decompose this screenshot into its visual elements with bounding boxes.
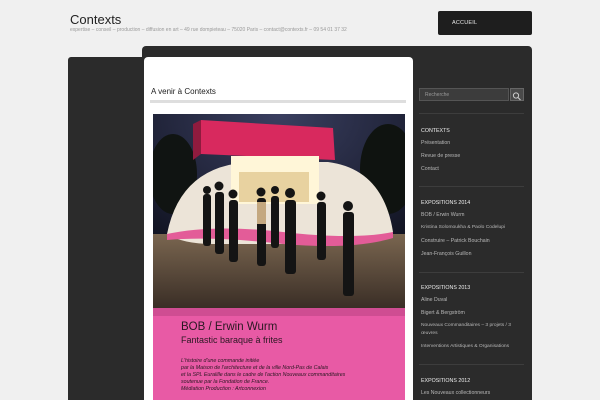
sidebar-link[interactable]: BOB / Erwin Wurm [421,212,464,218]
poster-line: et la SPL Euralille dans le cadre de l'a… [181,372,346,378]
sidebar-separator [419,113,524,114]
search-input[interactable]: Recherche [419,88,509,101]
sidebar-link[interactable]: Nouveaux Commanditaires – 3 projets / 3 … [421,322,525,338]
search-button[interactable] [510,88,524,101]
sidebar-heading-expo-2013: EXPOSITIONS 2013 [421,285,471,291]
poster-panel: BOB / Erwin Wurm Fantastic baraque à fri… [153,308,405,400]
sidebar-link[interactable]: Kristina Solomoukha & Paolo Codelupi [421,225,505,230]
poster-line: soutenue par la Fondation de France. [181,379,270,385]
poster-line: L'histoire d'une commande initiée [181,358,260,364]
sidebar-heading-contexts: CONTEXTS [421,128,450,134]
nav-item-hidden[interactable] [491,11,507,35]
site-title[interactable]: Contexts [70,12,121,27]
poster-band [153,308,405,316]
poster-line: Médiation Production : Artconnexion [181,386,266,392]
main-nav: ACCUEIL [438,11,532,35]
sidebar-link[interactable]: Aline Duval [421,297,447,303]
post-photo [153,114,405,308]
left-dark-column [68,57,146,400]
sidebar-link[interactable]: Interventions Artistiques & Organisation… [421,344,509,349]
sidebar-heading-expo-2012: EXPOSITIONS 2012 [421,378,471,384]
poster-line: par la Maison de l'architecture et de la… [181,365,329,371]
nav-home-link[interactable]: ACCUEIL [438,11,491,35]
search-icon [512,92,521,101]
poster-headline: BOB / Erwin Wurm [181,321,278,333]
sidebar-link[interactable]: Présentation [421,140,450,146]
sidebar-separator [419,272,524,273]
sidebar-link[interactable]: Bigert & Bergström [421,310,465,316]
sidebar-separator [419,364,524,365]
site-tagline: expertise – conseil – production – diffu… [70,27,347,33]
sidebar-link[interactable]: Jean-François Guillon [421,251,471,257]
main-content: A venir à Contexts BOB / Erwin Wurm Fant… [144,57,413,400]
sidebar-link[interactable]: Revue de presse [421,153,460,159]
post-title[interactable]: A venir à Contexts [151,87,216,96]
sidebar-link[interactable]: Contact [421,166,439,172]
sidebar-link[interactable]: Construire – Patrick Bouchain [421,238,490,244]
sidebar-separator [419,186,524,187]
sidebar-link[interactable]: Les Nouveaux collectionneurs [421,390,490,396]
poster-text: L'histoire d'une commande initiée par la… [181,358,345,393]
title-underline [150,100,406,103]
sidebar-heading-expo-2014: EXPOSITIONS 2014 [421,200,471,206]
poster-subtitle: Fantastic baraque à frites [181,335,283,345]
